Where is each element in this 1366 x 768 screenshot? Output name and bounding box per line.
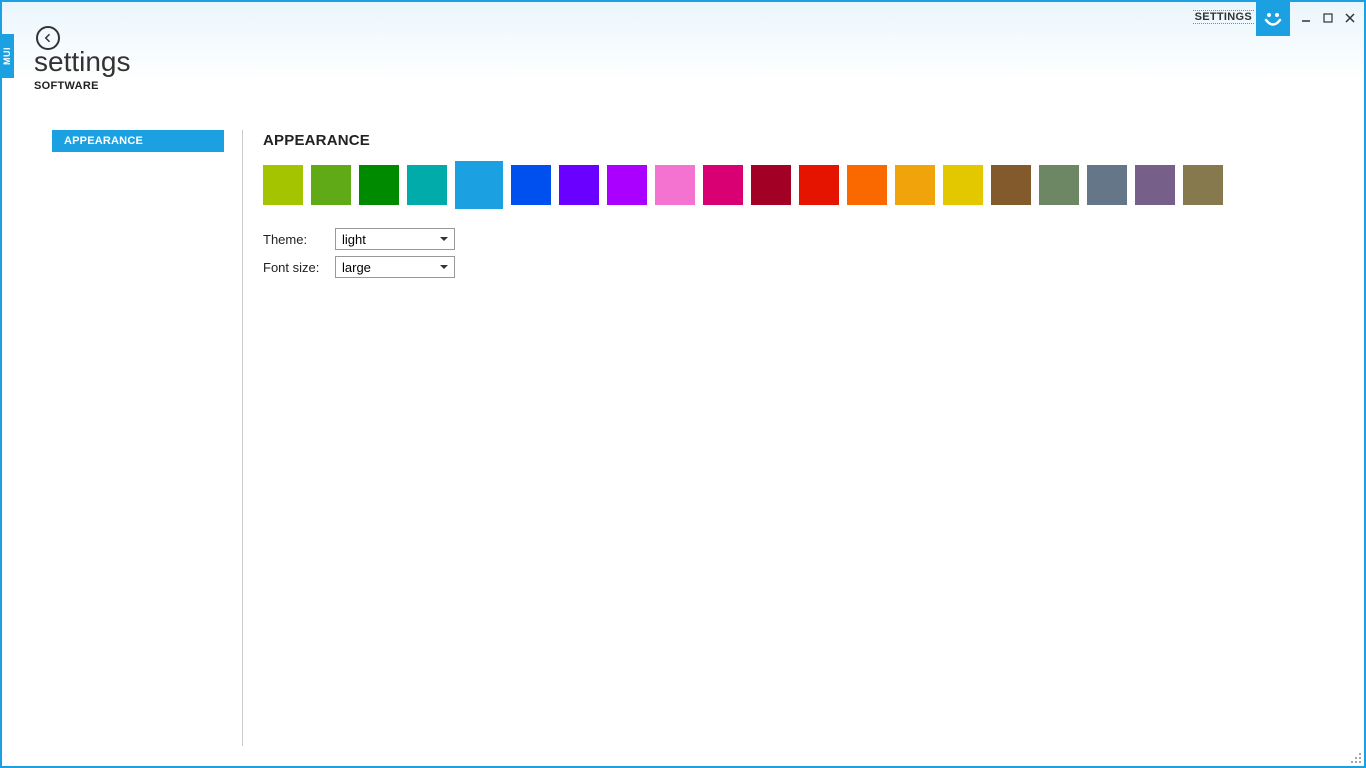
close-button[interactable] xyxy=(1342,10,1358,26)
arrow-left-icon xyxy=(42,32,54,44)
color-swatch[interactable] xyxy=(655,165,695,205)
mui-side-tab[interactable]: MUI xyxy=(0,34,14,78)
color-swatch[interactable] xyxy=(703,165,743,205)
minimize-button[interactable] xyxy=(1298,10,1314,26)
color-swatch[interactable] xyxy=(799,165,839,205)
theme-combobox[interactable]: light xyxy=(335,228,455,250)
resize-grip-icon[interactable] xyxy=(1348,750,1362,764)
fontsize-combobox[interactable]: large xyxy=(335,256,455,278)
color-swatch[interactable] xyxy=(1087,165,1127,205)
color-swatch[interactable] xyxy=(407,165,447,205)
fontsize-label: Font size: xyxy=(263,260,335,275)
page-subtitle: SOFTWARE xyxy=(34,80,99,92)
fontsize-value: large xyxy=(342,260,371,275)
color-swatch-row xyxy=(263,165,1344,205)
chevron-down-icon xyxy=(440,265,448,269)
theme-row: Theme: light xyxy=(263,227,1344,251)
sidebar: APPEARANCE xyxy=(52,130,224,746)
color-swatch[interactable] xyxy=(263,165,303,205)
color-swatch[interactable] xyxy=(943,165,983,205)
color-swatch[interactable] xyxy=(559,165,599,205)
color-swatch[interactable] xyxy=(455,161,503,209)
section-title: APPEARANCE xyxy=(263,132,1344,149)
maximize-button[interactable] xyxy=(1320,10,1336,26)
chevron-down-icon xyxy=(440,237,448,241)
sidebar-item-appearance[interactable]: APPEARANCE xyxy=(52,130,224,152)
color-swatch[interactable] xyxy=(895,165,935,205)
color-swatch[interactable] xyxy=(1039,165,1079,205)
close-icon xyxy=(1345,13,1355,23)
color-swatch[interactable] xyxy=(359,165,399,205)
logo-tile[interactable] xyxy=(1256,2,1290,36)
color-swatch[interactable] xyxy=(1183,165,1223,205)
vertical-divider xyxy=(242,130,243,746)
window-controls xyxy=(1298,10,1358,26)
top-nav-settings[interactable]: SETTINGS xyxy=(1193,10,1254,24)
minimize-icon xyxy=(1301,13,1311,23)
main-panel: APPEARANCE Theme: light Font size: large xyxy=(263,130,1344,746)
fontsize-row: Font size: large xyxy=(263,255,1344,279)
smiley-icon xyxy=(1261,7,1285,31)
header-gradient xyxy=(2,2,1364,82)
maximize-icon xyxy=(1323,13,1333,23)
color-swatch[interactable] xyxy=(607,165,647,205)
color-swatch[interactable] xyxy=(751,165,791,205)
color-swatch[interactable] xyxy=(511,165,551,205)
color-swatch[interactable] xyxy=(991,165,1031,205)
color-swatch[interactable] xyxy=(1135,165,1175,205)
theme-value: light xyxy=(342,232,366,247)
color-swatch[interactable] xyxy=(311,165,351,205)
content-area: APPEARANCE APPEARANCE Theme: light Font … xyxy=(52,130,1344,746)
theme-label: Theme: xyxy=(263,232,335,247)
app-window: MUI settings SOFTWARE SETTINGS APPE xyxy=(0,0,1366,768)
color-swatch[interactable] xyxy=(847,165,887,205)
page-title: settings xyxy=(34,46,131,78)
